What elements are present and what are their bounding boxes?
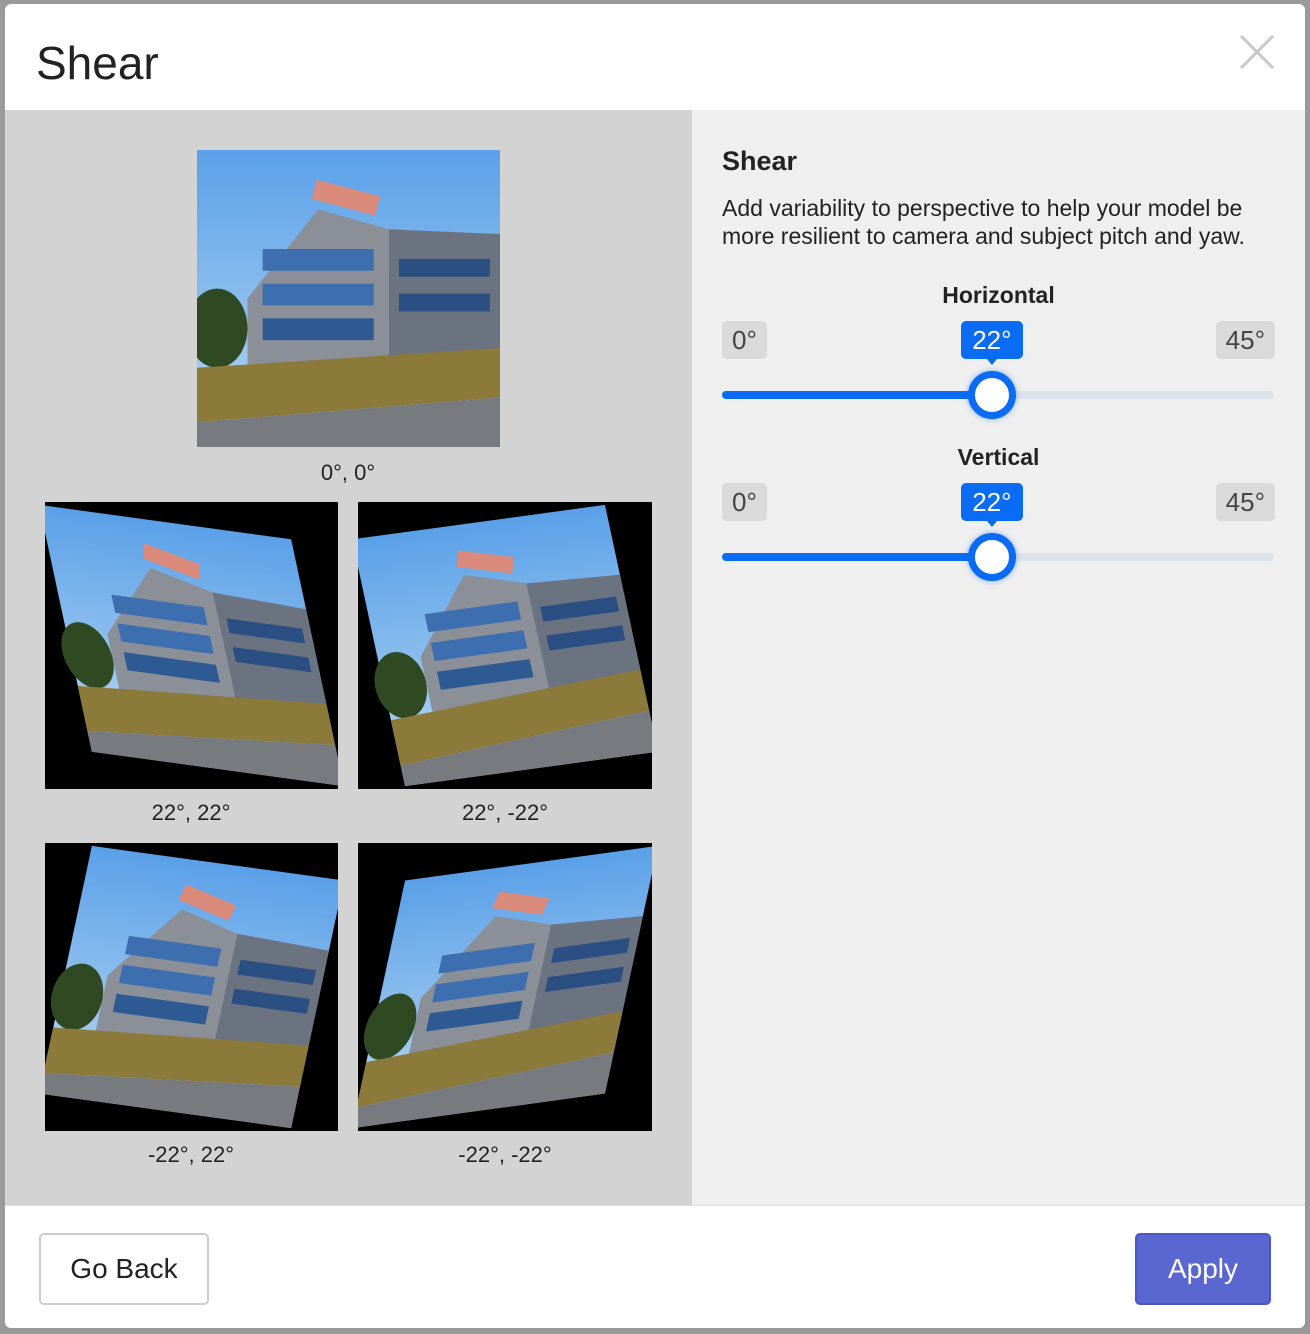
sample-image [358,843,652,1131]
horizontal-slider[interactable] [722,371,1274,419]
shear-dialog: Shear 0°, 0° 22°, 22° 22°, -22° -22°, 22… [5,4,1305,1328]
vertical-slider-fill [722,553,992,561]
close-icon[interactable] [1239,32,1275,72]
dialog-title: Shear [36,37,159,89]
sample-caption: 22°, -22° [461,800,549,825]
horizontal-min: 0° [722,321,767,359]
horizontal-slider-fill [722,391,992,399]
sample-image [358,502,652,789]
original-caption: 0°, 0° [320,460,376,485]
horizontal-max: 45° [1215,321,1275,359]
building-photo [358,502,652,789]
vertical-value-tooltip: 22° [960,483,1023,527]
dialog-header: Shear [5,4,1305,110]
settings-panel: Shear Add variability to perspective to … [692,110,1305,1205]
building-photo [358,843,652,1131]
horizontal-label: Horizontal [942,282,1055,308]
vertical-min: 0° [722,483,767,521]
original-preview-image [197,150,500,447]
sample-image [45,502,338,789]
settings-description: Add variability to perspective to help y… [722,195,1245,249]
building-photo [197,150,500,447]
vertical-slider[interactable] [722,533,1274,581]
building-photo [45,502,338,789]
apply-button[interactable]: Apply [1135,1233,1271,1305]
sample-caption: -22°, 22° [147,1142,235,1167]
vertical-label: Vertical [957,444,1040,470]
horizontal-value-tooltip: 22° [960,321,1023,365]
sample-caption: -22°, -22° [458,1142,552,1167]
go-back-button[interactable]: Go Back [39,1233,209,1305]
sample-image [45,843,338,1131]
sample-caption: 22°, 22° [151,800,231,825]
preview-panel: 0°, 0° 22°, 22° 22°, -22° -22°, 22° -22°… [5,110,692,1205]
vertical-max: 45° [1215,483,1275,521]
dialog-footer: Go Back Apply [5,1205,1305,1328]
horizontal-slider-thumb[interactable] [967,371,1016,419]
vertical-slider-thumb[interactable] [967,533,1016,581]
building-photo [45,843,338,1131]
settings-title: Shear [722,146,798,176]
